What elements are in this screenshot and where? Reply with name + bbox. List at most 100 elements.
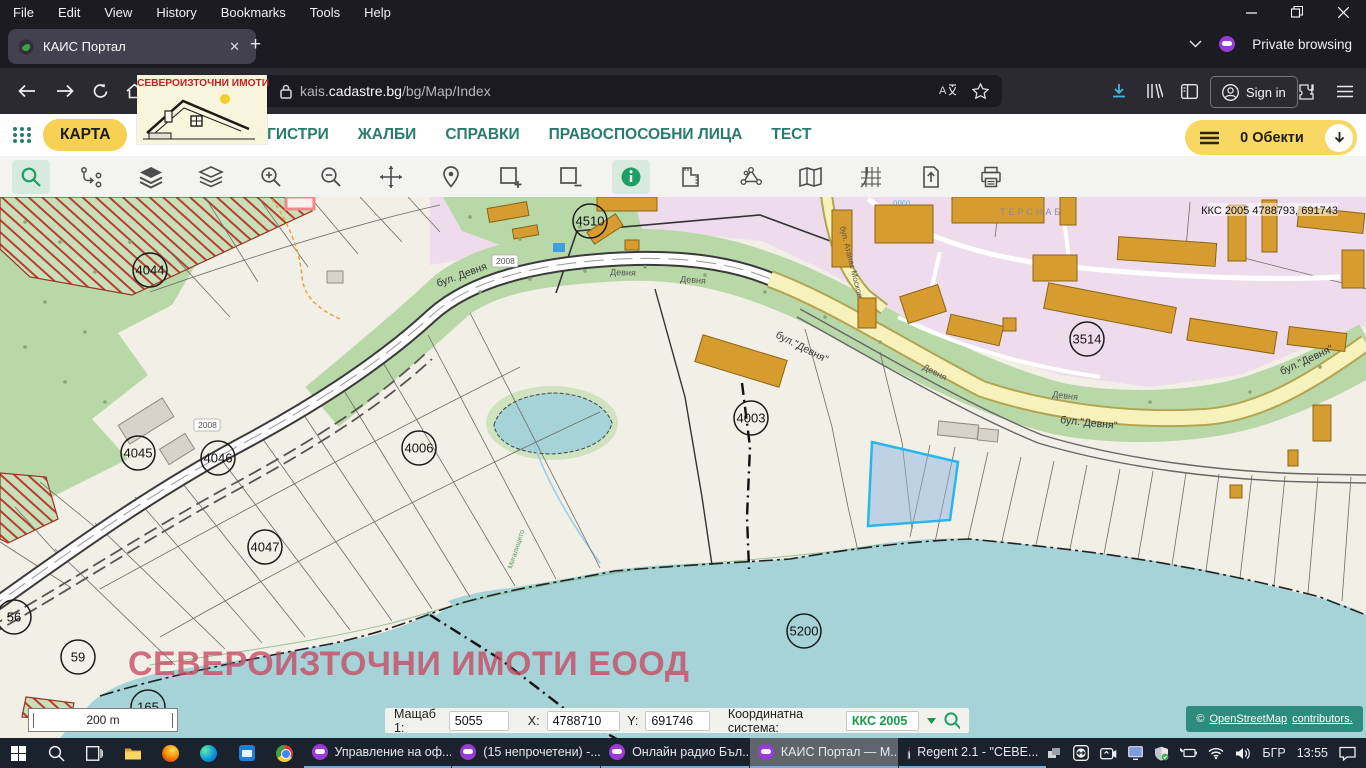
polygon-nodes-icon (738, 165, 764, 189)
taskbar-window-5[interactable]: Regent 2.1 - "СЕВЕ... (899, 738, 1047, 768)
tool-measure-area-button[interactable] (732, 160, 770, 194)
coordinate-grid-icon (858, 164, 884, 190)
url-bar[interactable]: kais.cadastre.bg/bg/Map/Index A (150, 75, 1002, 107)
map-watermark: СЕВЕРОИЗТОЧНИ ИМОТИ ЕООД (128, 645, 689, 683)
tool-layers-filled-button[interactable] (132, 160, 170, 194)
restore-button[interactable] (1274, 0, 1320, 24)
taskbar-window-3[interactable]: Онлайн радио Бъл... (601, 738, 749, 768)
apps-grid-icon[interactable] (12, 125, 32, 145)
app-menu-button[interactable] (1330, 76, 1360, 106)
firefox-private-icon (460, 744, 476, 760)
objects-download-button[interactable] (1325, 124, 1353, 152)
tool-info-button[interactable] (612, 160, 650, 194)
file-explorer-icon[interactable] (114, 738, 152, 768)
map-area: бул. Девня Девня Девня бул."Девня" Девня… (0, 197, 1366, 738)
sign-in-button[interactable]: Sign in (1210, 76, 1298, 108)
company-logo-overlay: СЕВЕРОИЗТОЧНИ ИМОТИ (137, 75, 267, 144)
menu-file[interactable]: File (13, 5, 34, 20)
screen-record-icon[interactable] (1100, 746, 1117, 760)
menu-view[interactable]: View (104, 5, 132, 20)
menu-help[interactable]: Help (364, 5, 391, 20)
tool-select-rect-remove-button[interactable] (552, 160, 590, 194)
tool-route-button[interactable] (72, 160, 110, 194)
tab-kais-portal[interactable]: КАИС Портал ✕ (8, 29, 256, 64)
tab-title: КАИС Портал (43, 39, 223, 54)
osm-contributors-link[interactable]: contributors. (1292, 713, 1353, 725)
extensions-button[interactable] (1291, 76, 1321, 106)
back-icon (18, 84, 36, 98)
start-button[interactable] (0, 738, 38, 768)
translate-icon[interactable]: A (939, 83, 957, 99)
nav-test[interactable]: ТЕСТ (771, 126, 811, 144)
crs-dropdown-caret-icon[interactable] (926, 717, 935, 725)
bookmark-star-icon[interactable] (972, 83, 989, 99)
menu-history[interactable]: History (156, 5, 196, 20)
chrome-icon[interactable] (266, 738, 304, 768)
volume-icon[interactable] (1235, 747, 1251, 760)
lock-icon[interactable] (280, 84, 292, 99)
svg-text:3514: 3514 (1073, 332, 1102, 347)
taskbar-window-2[interactable]: (15 непрочетени) -... (452, 738, 600, 768)
status-search-icon[interactable] (943, 711, 960, 731)
tab-close-icon[interactable]: ✕ (223, 37, 246, 57)
tool-search-button[interactable] (12, 160, 50, 194)
crs-select[interactable]: ККС 2005 (846, 711, 920, 731)
display-icon[interactable] (1128, 746, 1143, 760)
downloads-button[interactable] (1104, 76, 1134, 106)
taskbar-window-1[interactable]: Управление на оф... (304, 738, 452, 768)
tool-measure-button[interactable] (672, 160, 710, 194)
minimize-button[interactable] (1228, 0, 1274, 24)
tool-export-button[interactable] (912, 160, 950, 194)
language-indicator[interactable]: БГР (1262, 746, 1285, 760)
nav-spravki[interactable]: СПРАВКИ (445, 126, 519, 144)
objects-button[interactable]: 0 Обекти (1185, 120, 1357, 155)
system-tray: БГР 13:55 (1047, 745, 1366, 761)
tool-zoom-out-button[interactable] (312, 160, 350, 194)
taskbar-window-4-active[interactable]: КАИС Портал — M... (750, 738, 898, 768)
nav-karta[interactable]: КАРТА (43, 119, 127, 151)
rect-add-icon (498, 165, 524, 189)
wifi-icon[interactable] (1208, 747, 1224, 759)
back-button[interactable] (12, 76, 42, 106)
tool-pan-button[interactable] (372, 160, 410, 194)
nav-pravosposobni-litsa[interactable]: ПРАВОСПОСОБНИ ЛИЦА (549, 126, 743, 144)
clock[interactable]: 13:55 (1297, 746, 1328, 760)
menu-edit[interactable]: Edit (58, 5, 80, 20)
objects-list-icon (1200, 131, 1219, 145)
tool-zoom-in-button[interactable] (252, 160, 290, 194)
action-center-icon[interactable] (1339, 746, 1356, 761)
blue-app-icon[interactable] (228, 738, 266, 768)
tab-favicon (18, 39, 34, 55)
edge-icon[interactable] (190, 738, 228, 768)
svg-text:5200: 5200 (790, 624, 819, 639)
x-input[interactable]: 4788710 (547, 711, 621, 731)
hidden-icons-icon[interactable] (1047, 747, 1062, 760)
reload-button[interactable] (85, 76, 115, 106)
y-input[interactable]: 691746 (645, 711, 710, 731)
task-view-button[interactable] (76, 738, 114, 768)
tool-layers-outline-button[interactable] (192, 160, 230, 194)
map-status-bar: Мащаб 1: 5055 X: 4788710 Y: 691746 Коорд… (385, 708, 969, 733)
taskbar-search-button[interactable] (38, 738, 76, 768)
new-tab-button[interactable]: + (250, 34, 261, 56)
menu-tools[interactable]: Tools (310, 5, 340, 20)
menu-bookmarks[interactable]: Bookmarks (221, 5, 286, 20)
tool-select-rect-add-button[interactable] (492, 160, 530, 194)
pen-battery-icon[interactable] (1180, 747, 1197, 759)
osm-link[interactable]: OpenStreetMap (1209, 713, 1287, 725)
library-button[interactable] (1139, 76, 1169, 106)
close-button[interactable] (1320, 0, 1366, 24)
firefox-icon[interactable] (152, 738, 190, 768)
nav-zhalbi[interactable]: ЖАЛБИ (358, 126, 417, 144)
tool-grid-button[interactable] (852, 160, 890, 194)
remote-access-icon[interactable] (1073, 745, 1089, 761)
scale-input[interactable]: 5055 (449, 711, 509, 731)
tool-location-button[interactable] (432, 160, 470, 194)
forward-button[interactable] (50, 76, 80, 106)
list-tabs-chevron-icon[interactable] (1189, 40, 1202, 48)
sidebar-button[interactable] (1174, 76, 1204, 106)
tool-print-button[interactable] (972, 160, 1010, 194)
tool-basemap-button[interactable] (792, 160, 830, 194)
defender-shield-icon[interactable] (1154, 746, 1169, 761)
map-canvas[interactable]: бул. Девня Девня Девня бул."Девня" Девня… (0, 197, 1366, 738)
